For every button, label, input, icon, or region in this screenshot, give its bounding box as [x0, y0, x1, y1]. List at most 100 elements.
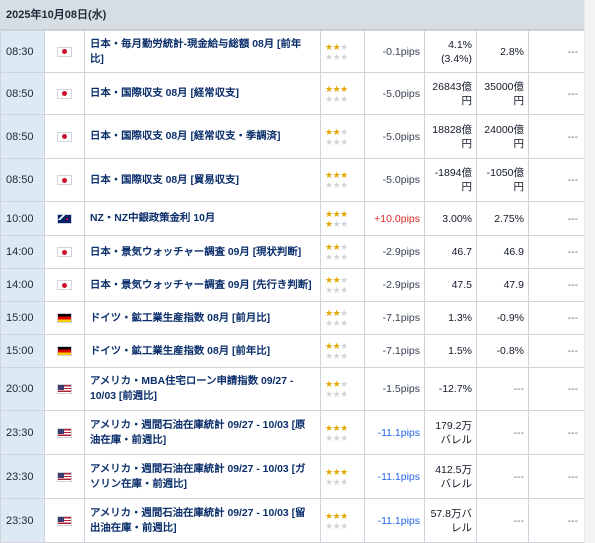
- actual-value: ---: [528, 301, 584, 335]
- japan-flag-icon: [57, 131, 72, 142]
- importance-rating: ★★★ ★★★: [320, 72, 365, 115]
- japan-flag-icon: [57, 247, 72, 258]
- star-icon: ★: [340, 318, 348, 328]
- star-icon: ★: [340, 520, 348, 531]
- star-icon: ★: [325, 466, 333, 477]
- event-time: 08:50: [0, 72, 45, 115]
- actual-value: ---: [528, 235, 584, 269]
- japan-flag-icon: [57, 175, 72, 186]
- forecast-value: ---: [476, 454, 529, 499]
- star-icon: ★: [325, 170, 333, 180]
- forecast-value: 35000億円: [476, 72, 529, 115]
- table-row[interactable]: 10:00 NZ・NZ中銀政策金利 10月 ★★★ ★★★ +10.0pips 3.00%…: [0, 201, 584, 236]
- event-name[interactable]: 日本・国際収支 08月 [経常収支]: [84, 72, 321, 115]
- star-icon: ★: [325, 389, 333, 399]
- country-cell: [44, 410, 85, 455]
- event-time: 20:00: [0, 367, 45, 411]
- actual-value: ---: [528, 498, 584, 543]
- star-icon: ★: [340, 341, 348, 351]
- pips-change: -2.9pips: [364, 235, 425, 269]
- table-row[interactable]: 14:00 日本・景気ウォッチャー調査 09月 [先行き判断] ★★★ ★★★ -2.9…: [0, 268, 584, 302]
- forecast-value: 2.8%: [476, 30, 529, 73]
- event-name[interactable]: アメリカ・週間石油在庫統計 09/27 - 10/03 [ガソリン在庫・前週比]: [84, 454, 321, 499]
- event-name[interactable]: 日本・国際収支 08月 [貿易収支]: [84, 158, 321, 202]
- importance-rating: ★★★ ★★★: [320, 235, 365, 269]
- star-icon: ★: [325, 126, 333, 137]
- pips-change: -11.1pips: [364, 410, 425, 455]
- actual-value: ---: [528, 367, 584, 411]
- country-cell: [44, 158, 85, 202]
- event-time: 14:00: [0, 235, 45, 269]
- importance-rating: ★★★ ★★★: [320, 334, 365, 368]
- scrollbar[interactable]: [584, 0, 595, 543]
- table-row[interactable]: 20:00 アメリカ・MBA住宅ローン申請指数 09/27 - 10/03 [前週…: [0, 367, 584, 411]
- table-row[interactable]: 15:00 ドイツ・鉱工業生産指数 08月 [前年比] ★★★ ★★★ -7.1pips…: [0, 334, 584, 368]
- star-icon: ★: [325, 242, 333, 252]
- forecast-value: -0.9%: [476, 301, 529, 335]
- importance-rating: ★★★ ★★★: [320, 201, 365, 236]
- table-row[interactable]: 08:30 日本・毎月勤労統計-現金給与総額 08月 [前年比] ★★★ ★★★ -0.…: [0, 30, 584, 73]
- event-name[interactable]: アメリカ・週間石油在庫統計 09/27 - 10/03 [留出油在庫・前週比]: [84, 498, 321, 543]
- table-row[interactable]: 08:50 日本・国際収支 08月 [貿易収支] ★★★ ★★★ -5.0pips -18…: [0, 158, 584, 202]
- table-row[interactable]: 08:50 日本・国際収支 08月 [経常収支・季調済] ★★★ ★★★ -5.0pip…: [0, 114, 584, 159]
- table-row[interactable]: 15:00 ドイツ・鉱工業生産指数 08月 [前月比] ★★★ ★★★ -7.1pips…: [0, 301, 584, 335]
- previous-value: 1.3%: [424, 301, 477, 335]
- table-row[interactable]: 23:30 アメリカ・週間石油在庫統計 09/27 - 10/03 [留出油在庫・…: [0, 498, 584, 543]
- table-row[interactable]: 23:30 アメリカ・週間石油在庫統計 09/27 - 10/03 [原油在庫・前…: [0, 410, 584, 455]
- importance-rating: ★★★ ★★★: [320, 30, 365, 73]
- pips-change: -5.0pips: [364, 72, 425, 115]
- previous-value: 1.5%: [424, 334, 477, 368]
- pips-change: -5.0pips: [364, 114, 425, 159]
- country-cell: [44, 367, 85, 411]
- pips-change: -1.5pips: [364, 367, 425, 411]
- star-icon: ★: [325, 136, 333, 147]
- country-cell: [44, 30, 85, 73]
- star-icon: ★: [340, 93, 348, 104]
- star-icon: ★: [340, 389, 348, 399]
- pips-change: -11.1pips: [364, 454, 425, 499]
- event-name[interactable]: アメリカ・MBA住宅ローン申請指数 09/27 - 10/03 [前週比]: [84, 367, 321, 411]
- calendar-panel: 2025年10月08日(水) 08:30 日本・毎月勤労統計-現金給与総額 08月…: [0, 0, 584, 543]
- event-name[interactable]: ドイツ・鉱工業生産指数 08月 [前月比]: [84, 301, 321, 335]
- star-icon: ★: [340, 510, 348, 521]
- event-name[interactable]: アメリカ・週間石油在庫統計 09/27 - 10/03 [原油在庫・前週比]: [84, 410, 321, 455]
- event-name[interactable]: NZ・NZ中銀政策金利 10月: [84, 201, 321, 236]
- country-cell: [44, 72, 85, 115]
- importance-rating: ★★★ ★★★: [320, 367, 365, 411]
- star-icon: ★: [325, 83, 333, 94]
- star-icon: ★: [340, 170, 348, 180]
- star-icon: ★: [325, 308, 333, 318]
- star-icon: ★: [340, 308, 348, 318]
- country-cell: [44, 235, 85, 269]
- event-name[interactable]: 日本・国際収支 08月 [経常収支・季調済]: [84, 114, 321, 159]
- star-icon: ★: [325, 476, 333, 487]
- table-row[interactable]: 14:00 日本・景気ウォッチャー調査 09月 [現状判断] ★★★ ★★★ -2.9p…: [0, 235, 584, 269]
- star-icon: ★: [340, 351, 348, 361]
- star-icon: ★: [340, 83, 348, 94]
- country-cell: [44, 334, 85, 368]
- new-zealand-flag-icon: [57, 213, 72, 224]
- event-name[interactable]: 日本・景気ウォッチャー調査 09月 [現状判断]: [84, 235, 321, 269]
- star-icon: ★: [325, 351, 333, 361]
- country-cell: [44, 454, 85, 499]
- table-row[interactable]: 08:50 日本・国際収支 08月 [経常収支] ★★★ ★★★ -5.0pips 268…: [0, 72, 584, 115]
- event-time: 23:30: [0, 498, 45, 543]
- star-icon: ★: [340, 218, 348, 229]
- previous-value: 412.5万バレル: [424, 454, 477, 499]
- star-icon: ★: [340, 51, 348, 62]
- event-time: 10:00: [0, 201, 45, 236]
- table-row[interactable]: 23:30 アメリカ・週間石油在庫統計 09/27 - 10/03 [ガソリン在庫…: [0, 454, 584, 499]
- previous-value: -12.7%: [424, 367, 477, 411]
- event-name[interactable]: 日本・景気ウォッチャー調査 09月 [先行き判断]: [84, 268, 321, 302]
- star-icon: ★: [340, 285, 348, 295]
- forecast-value: 2.75%: [476, 201, 529, 236]
- event-name[interactable]: ドイツ・鉱工業生産指数 08月 [前年比]: [84, 334, 321, 368]
- usa-flag-icon: [57, 384, 72, 395]
- country-cell: [44, 301, 85, 335]
- star-icon: ★: [325, 510, 333, 521]
- pips-change: -7.1pips: [364, 334, 425, 368]
- actual-value: ---: [528, 72, 584, 115]
- event-name[interactable]: 日本・毎月勤労統計-現金給与総額 08月 [前年比]: [84, 30, 321, 73]
- usa-flag-icon: [57, 471, 72, 482]
- star-icon: ★: [325, 422, 333, 433]
